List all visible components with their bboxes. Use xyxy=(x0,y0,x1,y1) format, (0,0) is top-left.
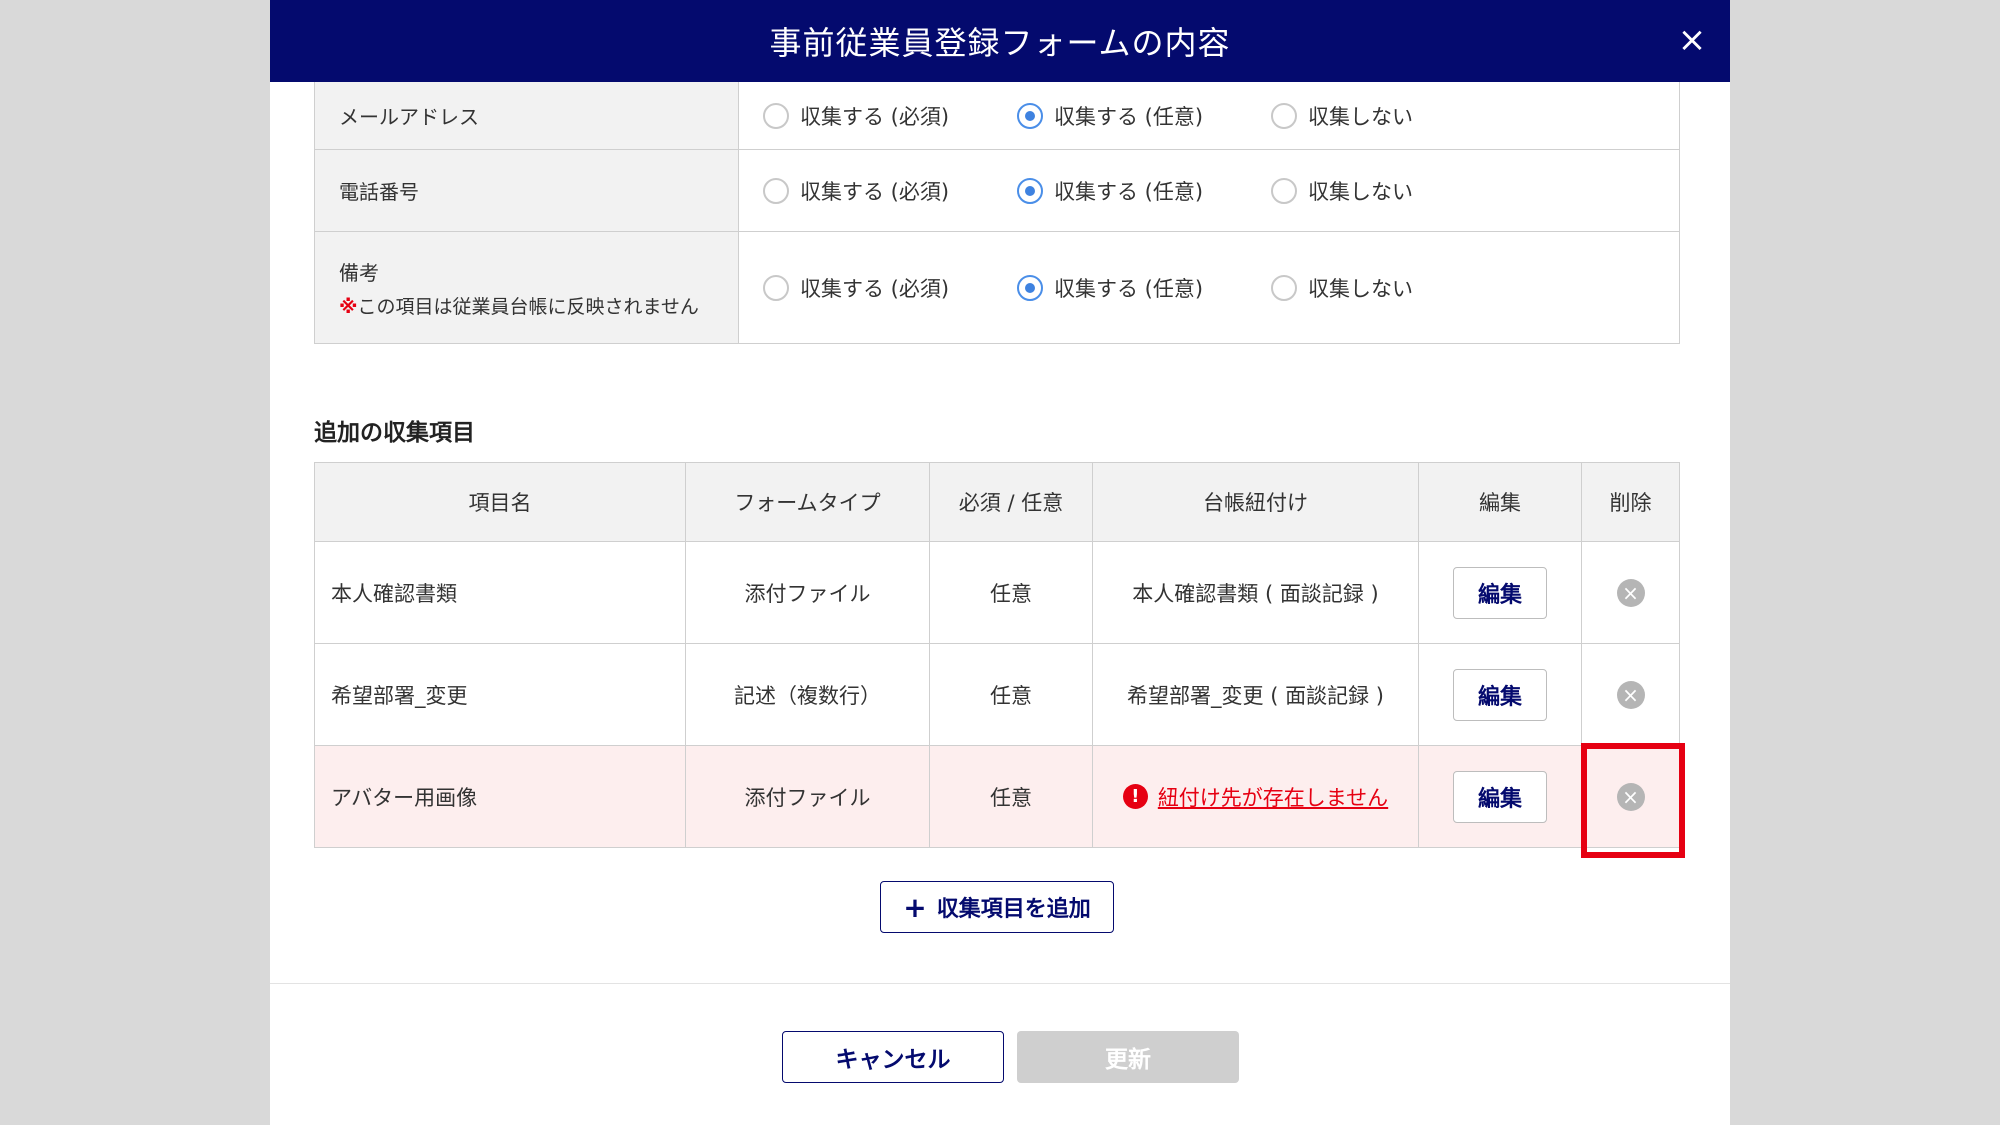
radio-button[interactable] xyxy=(1271,177,1297,204)
radio-button[interactable] xyxy=(763,177,789,204)
cell-form-type: 添付ファイル xyxy=(685,746,929,847)
settings-table: メールアドレス 収集する (必須) 収集する (任意) 収集しない 電話番号 収… xyxy=(314,82,1680,344)
delete-icon[interactable]: × xyxy=(1616,782,1645,811)
cell-item-name: アバター用画像 xyxy=(331,785,478,810)
cell-required: 任意 xyxy=(929,644,1092,745)
radio-label: 収集する (必須) xyxy=(800,276,950,301)
radio-button[interactable] xyxy=(763,274,789,301)
modal-header: 事前従業員登録フォームの内容 × xyxy=(270,0,1730,82)
add-item-button[interactable]: + 収集項目を追加 xyxy=(880,881,1114,933)
cell-delete: × xyxy=(1581,746,1679,847)
delete-icon[interactable]: × xyxy=(1616,680,1645,709)
radio-option-optional[interactable]: 収集する (任意) xyxy=(1017,176,1271,206)
cell-ledger-link: 希望部署_変更 ( 面談記録 ) xyxy=(1092,644,1418,745)
section-title: 追加の収集項目 xyxy=(314,420,475,446)
radio-option-none[interactable]: 収集しない xyxy=(1271,176,1525,206)
radio-label: 収集する (必須) xyxy=(800,179,950,204)
cell-edit: 編集 xyxy=(1418,644,1581,745)
radio-option-required[interactable]: 収集する (必須) xyxy=(763,101,1017,131)
cell-required: 任意 xyxy=(929,746,1092,847)
link-error-text[interactable]: 紐付け先が存在しません xyxy=(1158,782,1388,812)
cell-edit: 編集 xyxy=(1418,542,1581,643)
column-header-type: フォームタイプ xyxy=(685,463,929,541)
edit-button[interactable]: 編集 xyxy=(1453,566,1547,619)
note-mark: ※ xyxy=(339,295,358,318)
radio-label: 収集する (必須) xyxy=(800,104,950,129)
radio-group-notes: 収集する (必須) 収集する (任意) 収集しない xyxy=(739,232,1679,343)
radio-option-optional[interactable]: 収集する (任意) xyxy=(1017,101,1271,131)
radio-button-checked[interactable] xyxy=(1017,102,1043,129)
cell-edit: 編集 xyxy=(1418,746,1581,847)
edit-button[interactable]: 編集 xyxy=(1453,770,1547,823)
radio-button[interactable] xyxy=(763,102,789,129)
radio-label: 収集しない xyxy=(1308,276,1413,301)
radio-option-optional[interactable]: 収集する (任意) xyxy=(1017,273,1271,303)
footer-divider xyxy=(270,983,1730,984)
add-item-label: 収集項目を追加 xyxy=(936,897,1091,922)
settings-note: ※この項目は従業員台帳に反映されません xyxy=(339,292,714,319)
settings-row-phone: 電話番号 収集する (必須) 収集する (任意) 収集しない xyxy=(315,149,1679,231)
settings-label: 備考 ※この項目は従業員台帳に反映されません xyxy=(315,232,739,343)
radio-label: 収集しない xyxy=(1308,104,1413,129)
radio-label: 収集する (任意) xyxy=(1054,104,1204,129)
settings-label-text: 電話番号 xyxy=(339,180,419,204)
delete-icon[interactable]: × xyxy=(1616,578,1645,607)
settings-label-text: 備考 xyxy=(339,260,379,285)
modal-dialog: 事前従業員登録フォームの内容 × メールアドレス 収集する (必須) 収集する … xyxy=(270,0,1730,1125)
settings-label: メールアドレス xyxy=(315,82,739,149)
update-button[interactable]: 更新 xyxy=(1017,1031,1239,1083)
cell-ledger-link: ! 紐付け先が存在しません xyxy=(1092,746,1418,847)
note-text: この項目は従業員台帳に反映されません xyxy=(357,295,699,318)
radio-label: 収集する (任意) xyxy=(1054,179,1204,204)
additional-items-table: 項目名 フォームタイプ 必須 / 任意 台帳紐付け 編集 削除 本人確認書類 添… xyxy=(314,462,1680,848)
plus-icon: + xyxy=(903,890,927,924)
settings-label-text: メールアドレス xyxy=(339,105,479,129)
cell-ledger-link: 本人確認書類 ( 面談記録 ) xyxy=(1092,542,1418,643)
settings-row-notes: 備考 ※この項目は従業員台帳に反映されません 収集する (必須) 収集する (任… xyxy=(315,231,1679,343)
radio-label: 収集する (任意) xyxy=(1054,276,1204,301)
cell-form-type: 添付ファイル xyxy=(685,542,929,643)
radio-option-required[interactable]: 収集する (必須) xyxy=(763,176,1017,206)
radio-button-checked[interactable] xyxy=(1017,274,1043,301)
link-error: ! 紐付け先が存在しません xyxy=(1122,782,1388,812)
cancel-button[interactable]: キャンセル xyxy=(782,1031,1004,1083)
radio-button[interactable] xyxy=(1271,274,1297,301)
table-row: 希望部署_変更 記述（複数行） 任意 希望部署_変更 ( 面談記録 ) 編集 × xyxy=(315,643,1679,745)
radio-option-none[interactable]: 収集しない xyxy=(1271,273,1525,303)
edit-button[interactable]: 編集 xyxy=(1453,668,1547,721)
cell-required: 任意 xyxy=(929,542,1092,643)
radio-group-email: 収集する (必須) 収集する (任意) 収集しない xyxy=(739,82,1679,149)
cell-delete: × xyxy=(1581,644,1679,745)
table-header-row: 項目名 フォームタイプ 必須 / 任意 台帳紐付け 編集 削除 xyxy=(315,463,1679,541)
radio-button-checked[interactable] xyxy=(1017,177,1043,204)
cell-delete: × xyxy=(1581,542,1679,643)
radio-label: 収集しない xyxy=(1308,179,1413,204)
table-row-error: アバター用画像 添付ファイル 任意 ! 紐付け先が存在しません 編集 × xyxy=(315,745,1679,847)
column-header-edit: 編集 xyxy=(1418,463,1581,541)
column-header-required: 必須 / 任意 xyxy=(929,463,1092,541)
radio-option-none[interactable]: 収集しない xyxy=(1271,101,1525,131)
cell-item-name: 希望部署_変更 xyxy=(331,683,468,708)
error-icon: ! xyxy=(1122,784,1148,809)
cell-item-name: 本人確認書類 xyxy=(331,581,457,606)
radio-option-required[interactable]: 収集する (必須) xyxy=(763,273,1017,303)
radio-button[interactable] xyxy=(1271,102,1297,129)
column-header-delete: 削除 xyxy=(1581,463,1679,541)
radio-group-phone: 収集する (必須) 収集する (任意) 収集しない xyxy=(739,150,1679,231)
settings-label: 電話番号 xyxy=(315,150,739,231)
settings-row-email: メールアドレス 収集する (必須) 収集する (任意) 収集しない xyxy=(315,82,1679,149)
column-header-link: 台帳紐付け xyxy=(1092,463,1418,541)
cell-form-type: 記述（複数行） xyxy=(685,644,929,745)
table-row: 本人確認書類 添付ファイル 任意 本人確認書類 ( 面談記録 ) 編集 × xyxy=(315,541,1679,643)
modal-title: 事前従業員登録フォームの内容 xyxy=(769,24,1231,62)
close-icon[interactable]: × xyxy=(1674,22,1710,58)
column-header-name: 項目名 xyxy=(468,491,532,515)
